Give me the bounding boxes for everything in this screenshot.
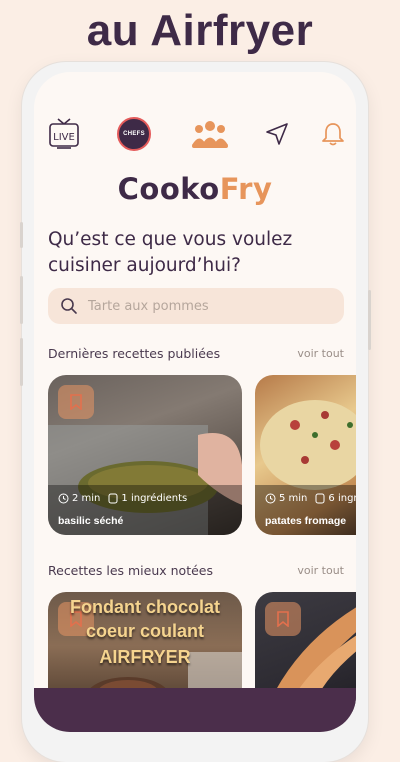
bookmark-icon <box>277 611 289 627</box>
phone-power-button <box>368 290 371 350</box>
community-button[interactable] <box>190 112 230 156</box>
ingredients-icon <box>315 493 325 504</box>
phone-side-button <box>20 338 23 386</box>
live-label: LIVE <box>53 132 75 143</box>
logo-part-fry: Fry <box>219 172 273 206</box>
search-bar[interactable]: Tarte aux pommes <box>48 288 344 324</box>
send-button[interactable] <box>262 112 292 156</box>
search-input[interactable]: Tarte aux pommes <box>88 299 209 314</box>
recipe-title: patates fromage <box>265 515 347 527</box>
app-screen: LIVE CHEFS CookoFry Qu’est ce que vous v… <box>34 72 356 732</box>
promo-headline: au Airfryer <box>86 6 314 55</box>
live-button[interactable]: LIVE <box>46 112 82 156</box>
community-group-icon <box>192 121 228 148</box>
notifications-button[interactable] <box>318 112 348 156</box>
clock-icon <box>58 493 69 504</box>
recipe-time: 2 min <box>72 493 101 504</box>
phone-side-button <box>20 222 23 248</box>
recipe-time: 5 min <box>279 493 308 504</box>
latest-recipes-title: Dernières recettes publiées <box>48 346 221 361</box>
recipe-card[interactable]: 5 min 6 ingré patates fromage <box>255 375 356 535</box>
app-logo: CookoFry <box>34 172 356 206</box>
phone-side-button <box>20 276 23 324</box>
recipe-meta: 2 min 1 ingrédients <box>58 493 195 504</box>
top-icon-bar: LIVE CHEFS <box>34 112 356 156</box>
top-rated-title: Recettes les mieux notées <box>48 563 214 578</box>
latest-see-all-link[interactable]: voir tout <box>297 347 344 360</box>
bell-icon <box>322 123 344 146</box>
recipe-title: basilic séché <box>58 515 124 527</box>
recipe-meta: 5 min 6 ingré <box>265 493 356 504</box>
bottom-nav-bar <box>34 688 356 732</box>
recipe-photo-potatoes <box>255 400 356 535</box>
send-arrow-icon <box>266 123 288 145</box>
recipe-overlay-line: AIRFRYER <box>99 647 191 667</box>
prompt-question: Qu’est ce que vous voulez cuisiner aujou… <box>48 229 293 276</box>
recipe-ingredients: 1 ingrédients <box>121 493 188 504</box>
bookmark-button[interactable] <box>265 602 301 636</box>
clock-icon <box>265 493 276 504</box>
logo-part-cooko: Cooko <box>117 172 220 206</box>
recipe-overlay-line: coeur coulant <box>85 621 205 641</box>
bookmark-button[interactable] <box>58 385 94 419</box>
chefs-badge: CHEFS <box>117 117 151 151</box>
bookmark-icon <box>70 394 82 410</box>
search-icon <box>61 298 77 314</box>
ingredients-icon <box>108 493 118 504</box>
recipe-overlay-line: Fondant chocolat <box>70 597 220 617</box>
chefs-button[interactable]: CHEFS <box>116 112 152 156</box>
live-tv-icon: LIVE <box>49 118 79 149</box>
recipe-ingredients: 6 ingré <box>328 493 356 504</box>
top-rated-see-all-link[interactable]: voir tout <box>297 564 344 577</box>
recipe-card[interactable]: 2 min 1 ingrédients basilic séché <box>48 375 242 535</box>
